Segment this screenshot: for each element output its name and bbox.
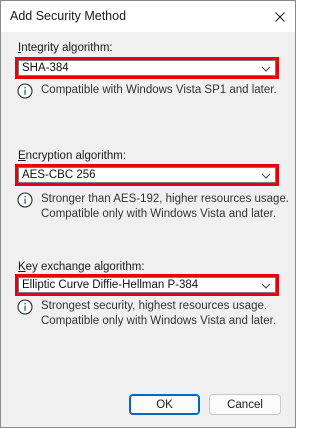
dialog-title: Add Security Method [10,9,127,23]
title-bar: Add Security Method [1,1,295,32]
close-button[interactable] [265,1,295,32]
info-icon [17,192,33,208]
integrity-algorithm-dropdown[interactable]: SHA-384 [15,57,279,79]
encryption-algorithm-label: Encryption algorithm: [18,150,127,162]
key-exchange-info-text: Strongest security, highest resources us… [41,300,277,327]
key-exchange-algorithm-value: Elliptic Curve Diffie-Hellman P-384 [22,279,199,291]
cancel-button[interactable]: Cancel [209,394,281,415]
integrity-info-text: Compatible with Windows Vista SP1 and la… [41,84,277,96]
add-security-method-dialog: Add Security Method Integrity algorithm:… [0,0,296,428]
dialog-content: Integrity algorithm: SHA-384 Compatible … [1,32,295,427]
ok-button[interactable]: OK [129,394,200,415]
chevron-down-icon [261,283,271,289]
info-icon [17,83,33,99]
info-icon [17,299,33,315]
integrity-algorithm-value: SHA-384 [22,62,69,74]
encryption-info-text: Stronger than AES-192, higher resources … [41,193,290,220]
integrity-algorithm-label: Integrity algorithm: [18,42,113,54]
key-exchange-algorithm-label: Key exchange algorithm: [18,261,145,273]
encryption-algorithm-value: AES-CBC 256 [22,169,96,181]
chevron-down-icon [261,66,271,72]
key-exchange-algorithm-dropdown[interactable]: Elliptic Curve Diffie-Hellman P-384 [15,274,279,296]
close-icon [275,11,285,22]
chevron-down-icon [261,173,271,179]
encryption-algorithm-dropdown[interactable]: AES-CBC 256 [15,164,279,186]
